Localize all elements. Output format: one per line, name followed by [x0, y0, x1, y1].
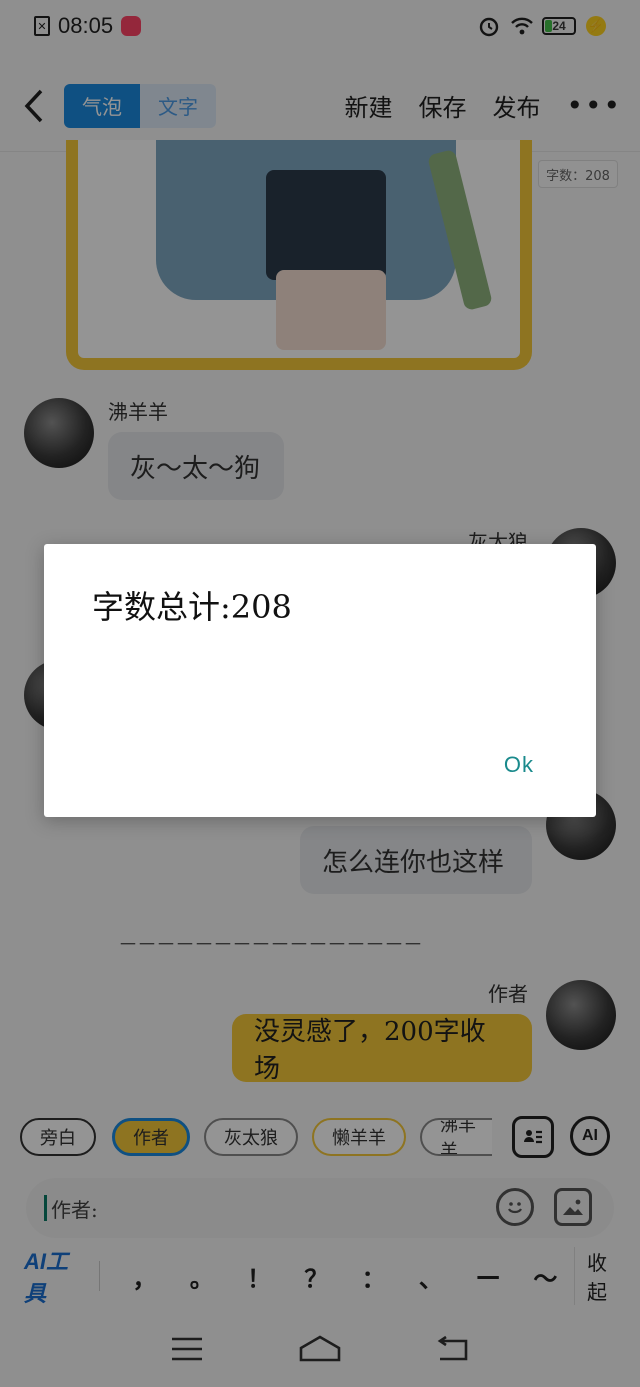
- word-count-dialog: 字数总计:208 Ok: [44, 544, 596, 817]
- ok-button[interactable]: Ok: [504, 752, 534, 778]
- dialog-message: 字数总计:208: [92, 588, 292, 626]
